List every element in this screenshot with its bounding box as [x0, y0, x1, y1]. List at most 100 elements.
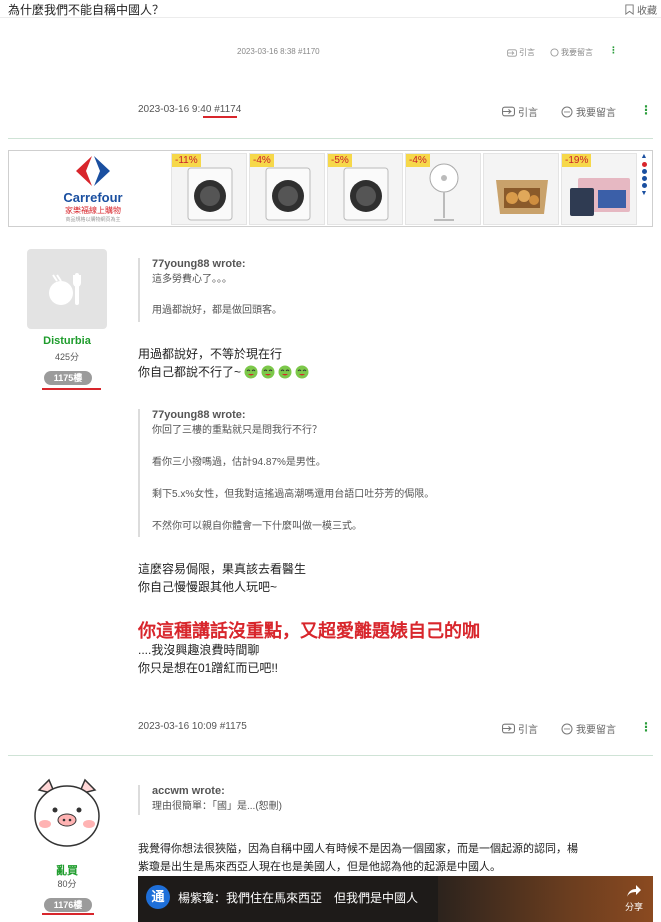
post-1175-meta: 2023-03-16 10:09 #1175: [138, 721, 247, 732]
post-body: ....我沒興趣浪費時間聊 你只是想在01蹭紅而已吧!!: [138, 641, 638, 677]
food-box-icon: [496, 180, 548, 214]
ad-discount: -4%: [406, 154, 430, 167]
default-avatar-icon: [49, 273, 81, 305]
post-body: 我覺得你想法很狹隘，因為自稱中國人有時候不是因為一個國家，而是一個起源的認同，楊…: [138, 840, 653, 876]
post-1175-quote-label: 引言: [518, 725, 538, 736]
quote-line: 理由很簡單：「國」是...(恕刪): [152, 801, 282, 812]
ad-nav-dot[interactable]: [641, 162, 647, 167]
quote-author[interactable]: accwm wrote:: [152, 785, 618, 797]
chevron-up-icon[interactable]: ▲: [641, 153, 648, 160]
ad-nav-dot[interactable]: [641, 176, 647, 181]
avatar[interactable]: [27, 249, 107, 329]
post-1174-reply-button[interactable]: 我要留言: [561, 104, 616, 119]
ad-nav-dot[interactable]: [641, 169, 647, 174]
ad-carousel-nav[interactable]: ▲ ▼: [638, 153, 650, 223]
post-divider: [8, 138, 653, 139]
ad-nav-dot[interactable]: [641, 183, 647, 188]
comment-icon: [550, 48, 559, 57]
embedded-video[interactable]: 通 楊紫瓊：我們住在馬來西亞 但我們是中國人 分享: [138, 876, 653, 922]
prev-quote-label: 引言: [519, 48, 535, 57]
ad-logo[interactable]: Carrefour 家樂福線上購物 商品規格以購物網頁為主: [9, 151, 177, 226]
post-1174-date: 2023-03-16 9:40: [138, 104, 212, 115]
ad-product[interactable]: -19%: [561, 153, 637, 225]
post-body: 這麼容易侷限，果真該去看醫生 你自己慢慢跟其他人玩吧~: [138, 560, 638, 596]
laughing-emoji-icon: [261, 365, 275, 379]
body-line: 你自己慢慢跟其他人玩吧~: [138, 580, 278, 594]
body-line: 用過都說好，不等於現在行: [138, 347, 283, 361]
post-1174-quote-label: 引言: [518, 108, 538, 119]
ad-banner[interactable]: Carrefour 家樂福線上購物 商品規格以購物網頁為主 -11% -4% -…: [8, 150, 653, 227]
laughing-emoji-icon: [278, 365, 292, 379]
pig-avatar[interactable]: [27, 772, 107, 852]
body-line: 你只是想在01蹭紅而已吧!!: [138, 661, 279, 675]
username[interactable]: 亂買: [27, 862, 107, 878]
red-underline: [42, 388, 101, 390]
post-1174-more-icon[interactable]: ⋮: [640, 104, 652, 116]
floor-badge[interactable]: 1175樓: [44, 371, 92, 385]
bookmark-icon: [625, 4, 634, 15]
prev-quote-button[interactable]: 引言: [507, 47, 535, 58]
ad-discount: -4%: [250, 154, 274, 167]
quote-line: 這多勞費心了。。。: [152, 274, 232, 285]
quote-block: 77young88 wrote: 你回了三樓的重點就只是問我行不行？ 看你三小撥…: [138, 409, 618, 537]
body-line: 這麼容易侷限，果真該去看醫生: [138, 562, 307, 576]
ad-product[interactable]: -4%: [249, 153, 325, 225]
quote-author[interactable]: 77young88 wrote:: [152, 258, 618, 270]
chevron-down-icon[interactable]: ▼: [641, 190, 648, 197]
page-title: 為什麼我們不能自稱中國人？: [8, 3, 165, 17]
ad-discount: -11%: [172, 154, 201, 167]
top-bar: 為什麼我們不能自稱中國人？ 收藏: [0, 0, 661, 18]
fan-icon: [429, 163, 459, 221]
carrefour-logo-icon: [76, 156, 110, 186]
video-thumbnail: [438, 876, 653, 922]
body-line-with-emoji: 你自己都說不行了~: [138, 363, 638, 381]
post-1174-meta: 2023-03-16 9:40 #1174: [138, 104, 241, 115]
red-underline: [42, 913, 94, 915]
quote-line: 不然你可以親自你體會一下什麼叫做一模三式。: [152, 521, 362, 532]
tablet-icon: [570, 178, 630, 216]
ad-brand-tiny: 商品規格以購物網頁為主: [65, 217, 121, 223]
share-icon: [626, 885, 641, 897]
post-1175-reply-button[interactable]: 我要留言: [561, 721, 616, 736]
video-title[interactable]: 楊紫瓊：我們住在馬來西亞 但我們是中國人: [178, 889, 418, 906]
laughing-emoji-icon: [244, 365, 258, 379]
favorite-button[interactable]: 收藏: [624, 2, 657, 17]
highlighted-statement: 你這種講話沒重點，又超愛離題婊自己的咖: [138, 621, 480, 641]
post-1175-reply-label: 我要留言: [576, 725, 616, 736]
quote-line: 你回了三樓的重點就只是問我行不行？: [152, 425, 322, 436]
quote-block: 77young88 wrote: 這多勞費心了。。。 用過都說好，都是做回頭客。: [138, 258, 618, 322]
washing-machine-icon: [265, 167, 311, 221]
quote-author[interactable]: 77young88 wrote:: [152, 409, 618, 421]
quote-line: 用過都說好，都是做回頭客。: [152, 305, 282, 316]
body-line: 你自己都說不行了~: [138, 365, 242, 379]
ad-product[interactable]: -4%: [405, 153, 481, 225]
ad-discount: -5%: [328, 154, 352, 167]
favorite-label: 收藏: [637, 6, 657, 17]
body-line: 我覺得你想法很狹隘，因為自稱中國人有時候不是因為一個國家，而是一個起源的認同，楊: [138, 843, 578, 855]
post-1174-quote-button[interactable]: 引言: [502, 104, 538, 119]
post-1174-floor-link[interactable]: #1174: [214, 104, 241, 115]
ad-product[interactable]: -5%: [327, 153, 403, 225]
quote-block: accwm wrote: 理由很簡單：「國」是...(恕刪): [138, 785, 618, 815]
red-underline: [203, 116, 237, 118]
floor-badge[interactable]: 1176樓: [44, 898, 92, 912]
prev-more-icon[interactable]: ⋮: [609, 46, 618, 55]
quote-icon: [502, 106, 515, 117]
comment-icon: [561, 106, 573, 117]
quote-line: 看你三小撥嗎過，估計94.87%是男性。: [152, 457, 326, 468]
post-body: 用過都說好，不等於現在行 你自己都說不行了~: [138, 345, 638, 381]
prev-reply-button[interactable]: 我要留言: [550, 47, 593, 58]
ad-product[interactable]: -11%: [171, 153, 247, 225]
video-channel-logo[interactable]: 通: [146, 885, 170, 909]
quote-icon: [502, 723, 515, 734]
post-1175-quote-button[interactable]: 引言: [502, 721, 538, 736]
ad-discount: -19%: [562, 154, 592, 167]
video-share-button[interactable]: 分享: [625, 884, 643, 913]
ad-brand: Carrefour: [63, 190, 123, 205]
quote-icon: [507, 48, 517, 57]
post-1175-more-icon[interactable]: ⋮: [640, 721, 652, 733]
user-points: 425分: [54, 352, 80, 362]
video-share-label: 分享: [624, 902, 643, 912]
ad-product[interactable]: [483, 153, 559, 225]
username[interactable]: Disturbia: [27, 335, 107, 347]
